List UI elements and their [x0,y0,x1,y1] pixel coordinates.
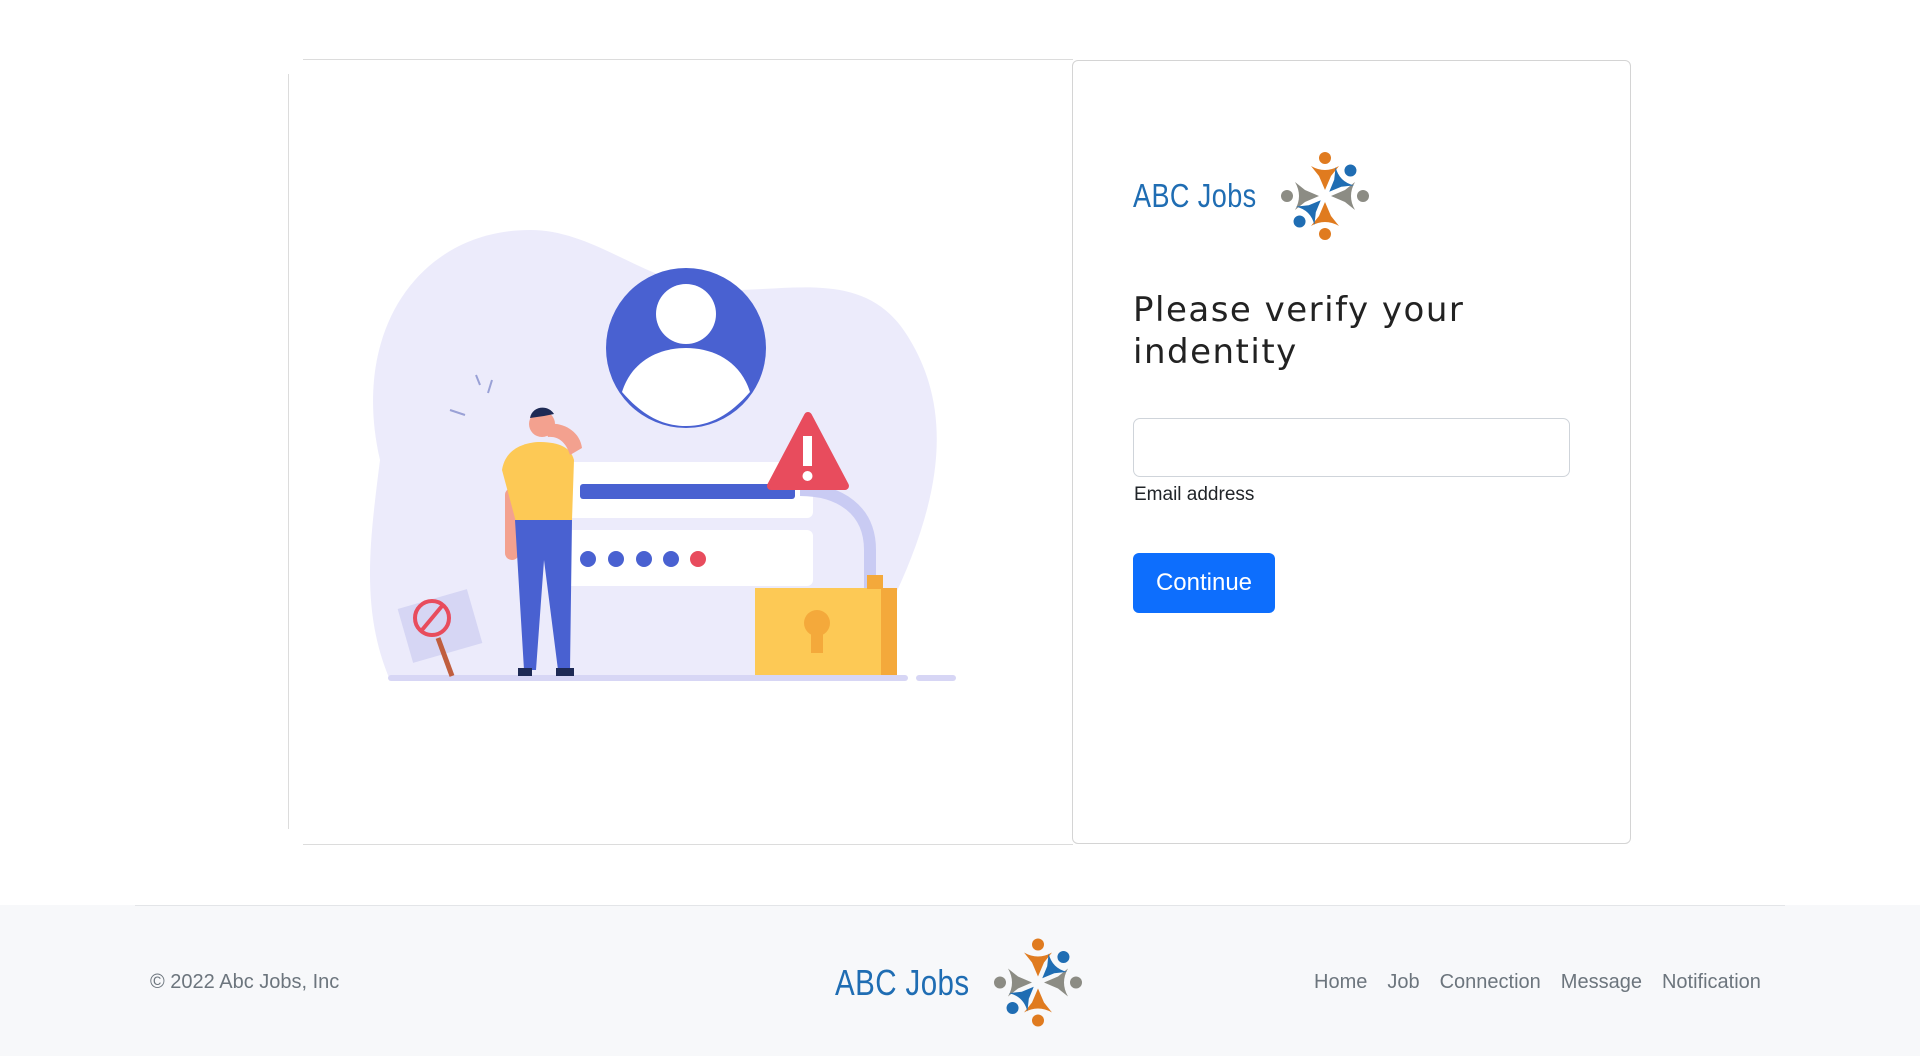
card-border-bottom [303,844,1073,845]
email-label: Email address [1134,484,1255,505]
user-avatar-icon [606,268,766,428]
footer-brand-logo[interactable]: ABC Jobs [835,930,1093,1035]
footer-link-message[interactable]: Message [1551,971,1652,994]
footer-brand-name: ABC Jobs [835,961,970,1003]
continue-button[interactable]: Continue [1133,553,1275,613]
brand-emblem-icon [1280,152,1369,240]
padlock-icon [755,575,897,680]
card-border-left [288,74,289,829]
password-field-graphic [558,530,813,586]
email-field[interactable] [1133,418,1570,477]
card-border-top [303,59,1073,60]
brand-name: ABC Jobs [1133,177,1257,214]
footer-brand-emblem-icon [994,938,1083,1027]
footer-nav: Home Job Connection Message Notification [1304,971,1771,994]
footer-link-home[interactable]: Home [1304,971,1377,994]
footer-link-notification[interactable]: Notification [1652,971,1771,994]
footer-link-job[interactable]: Job [1377,971,1429,994]
footer-link-connection[interactable]: Connection [1430,971,1551,994]
copyright-text: © 2022 Abc Jobs, Inc [150,971,340,993]
footer: © 2022 Abc Jobs, Inc ABC Jobs Home Job C… [0,905,1920,1056]
brand-logo: ABC Jobs [1133,146,1380,246]
footer-divider [135,905,1785,906]
page-title: Please verify your indentity [1133,290,1465,372]
verify-form-panel: ABC Jobs Please verify your indentity Em… [1072,60,1631,844]
verify-identity-illustration [370,230,956,681]
